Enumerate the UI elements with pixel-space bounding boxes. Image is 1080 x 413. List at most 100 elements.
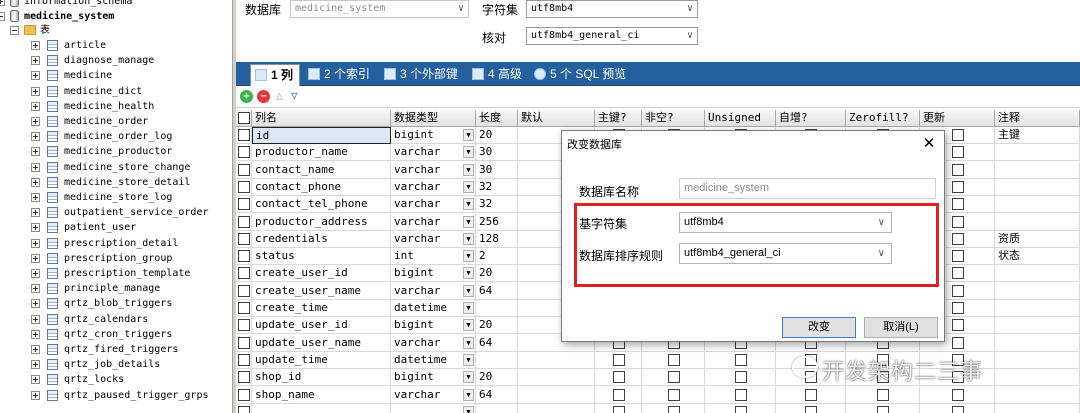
data-type-cell[interactable]: bigint ▼ (391, 317, 476, 335)
flag-checkbox[interactable] (952, 319, 964, 332)
default-cell[interactable] (518, 403, 595, 413)
comment-cell[interactable] (995, 386, 1080, 404)
length-cell[interactable]: 256 (476, 213, 518, 231)
tree-table-item[interactable]: qrtz_job_details (0, 357, 232, 372)
flag-cell[interactable] (920, 403, 995, 413)
length-cell[interactable]: 32 (476, 196, 518, 214)
row-select[interactable] (236, 178, 252, 196)
comment-cell[interactable] (995, 317, 1080, 335)
row-checkbox[interactable] (238, 232, 250, 245)
comment-cell[interactable] (995, 144, 1080, 162)
flag-cell[interactable] (776, 386, 846, 404)
row-select[interactable] (236, 300, 252, 317)
expand-icon[interactable] (31, 238, 40, 248)
cancel-button[interactable]: 取消(L) (864, 317, 938, 338)
tree-table-item[interactable]: medicine_order_log (0, 129, 232, 144)
column-name-cell[interactable]: shop_name (252, 386, 391, 404)
row-checkbox[interactable] (238, 353, 250, 366)
collation-select[interactable]: utf8mb4_general_ci ∨ (679, 243, 892, 264)
expand-icon[interactable] (31, 71, 40, 81)
flag-checkbox[interactable] (613, 371, 625, 384)
column-name-cell[interactable]: contact_name (252, 161, 391, 179)
length-cell[interactable]: 20 (476, 265, 518, 283)
row-checkbox[interactable] (238, 267, 250, 280)
column-name-cell[interactable]: create_time (252, 300, 391, 317)
flag-cell[interactable] (705, 369, 776, 387)
column-name-cell[interactable]: shop_id (252, 369, 391, 387)
collation-select[interactable]: utf8mb4_general_ci ∨ (526, 27, 698, 45)
column-header[interactable]: 默认 (518, 110, 595, 127)
flag-checkbox[interactable] (735, 388, 747, 401)
row-select[interactable] (236, 127, 252, 144)
data-type-cell[interactable]: varchar ▼ (391, 230, 476, 248)
row-select[interactable] (236, 161, 252, 179)
move-up-icon[interactable]: △ (276, 89, 283, 102)
tree-table-item[interactable]: article (0, 38, 232, 53)
row-select[interactable] (236, 144, 252, 162)
tab-columns[interactable]: 1 列 (250, 64, 300, 86)
data-type-cell[interactable]: varchar ▼ (391, 144, 476, 162)
dropdown-arrow-icon[interactable]: ▼ (463, 129, 474, 141)
flag-checkbox[interactable] (668, 405, 680, 413)
dropdown-arrow-icon[interactable]: ▼ (463, 163, 474, 176)
tree-table-item[interactable]: medicine_health (0, 99, 232, 114)
flag-cell[interactable] (595, 403, 642, 413)
charset-select[interactable]: utf8mb4 ∨ (679, 212, 892, 233)
column-header[interactable]: 自增? (776, 110, 846, 127)
expand-icon[interactable] (31, 208, 40, 218)
expand-icon[interactable] (31, 390, 40, 400)
expand-icon[interactable] (31, 56, 40, 66)
default-cell[interactable] (518, 351, 595, 369)
flag-cell[interactable] (776, 403, 846, 413)
expand-icon[interactable] (31, 360, 40, 370)
flag-checkbox[interactable] (805, 388, 817, 401)
expand-icon[interactable] (31, 375, 40, 385)
flag-cell[interactable] (846, 386, 920, 404)
column-name-cell[interactable]: update_user_name (252, 334, 391, 352)
expand-icon[interactable] (31, 299, 40, 309)
tree-table-item[interactable]: medicine_store_change (0, 160, 232, 175)
dropdown-arrow-icon[interactable]: ▼ (463, 405, 474, 413)
tree-table-item[interactable]: prescription_group (0, 251, 232, 266)
column-name-cell[interactable]: status (252, 248, 391, 266)
data-type-cell[interactable]: int ▼ (391, 248, 476, 266)
data-type-cell[interactable]: varchar ▼ (391, 334, 476, 352)
length-cell[interactable]: 30 (476, 161, 518, 179)
flag-checkbox[interactable] (668, 371, 680, 384)
flag-checkbox[interactable] (952, 405, 964, 413)
row-select[interactable] (236, 351, 252, 369)
data-type-cell[interactable]: bigint ▼ (391, 369, 476, 387)
column-name-cell[interactable]: productor_address (252, 213, 391, 231)
data-type-cell[interactable]: varchar ▼ (391, 282, 476, 300)
comment-cell[interactable] (995, 265, 1080, 283)
comment-cell[interactable] (995, 300, 1080, 317)
tree-table-item[interactable]: qrtz_locks (0, 372, 232, 387)
flag-checkbox[interactable] (952, 232, 964, 245)
tab-indexes[interactable]: 2 个索引 (304, 64, 376, 86)
expand-icon[interactable] (31, 117, 40, 126)
tree-table-item[interactable]: medicine (0, 68, 232, 83)
flag-cell[interactable] (595, 369, 642, 387)
data-type-cell[interactable]: bigint ▼ (391, 127, 476, 144)
expand-icon[interactable] (31, 193, 40, 202)
length-cell[interactable]: 32 (476, 178, 518, 196)
expand-icon[interactable] (31, 345, 40, 354)
close-icon[interactable]: ✕ (920, 135, 938, 153)
flag-checkbox[interactable] (613, 353, 625, 366)
column-name-cell[interactable] (252, 403, 391, 413)
flag-cell[interactable] (642, 386, 705, 404)
flag-cell[interactable] (705, 403, 776, 413)
row-checkbox[interactable] (238, 284, 250, 297)
data-type-cell[interactable]: ▼ (391, 403, 476, 413)
comment-cell[interactable] (995, 403, 1080, 413)
length-cell[interactable]: 20 (476, 317, 518, 335)
length-cell[interactable]: 128 (476, 230, 518, 248)
tree-table-item[interactable]: qrtz_cron_triggers (0, 327, 232, 342)
tree-table-item[interactable]: diagnose_manage (0, 53, 232, 68)
comment-cell[interactable] (995, 282, 1080, 300)
tree-table-item[interactable]: principle_manage (0, 281, 232, 296)
flag-checkbox[interactable] (668, 388, 680, 401)
data-type-cell[interactable]: varchar ▼ (391, 213, 476, 231)
expand-icon[interactable] (31, 314, 40, 324)
row-checkbox[interactable] (238, 215, 250, 228)
